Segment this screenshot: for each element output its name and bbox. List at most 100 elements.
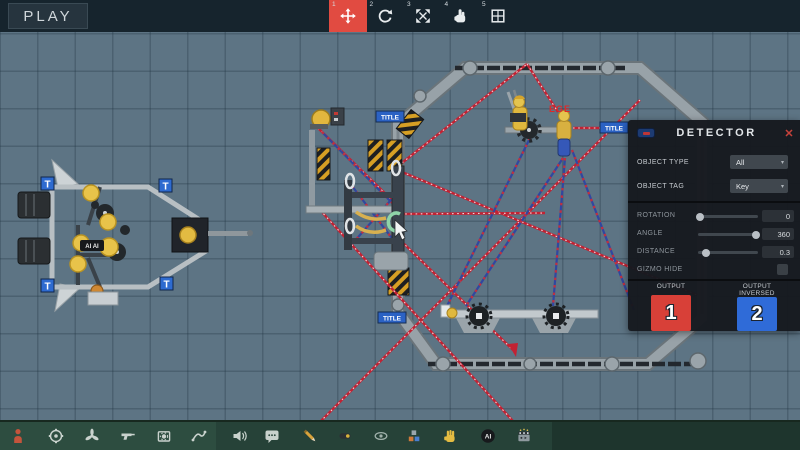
grid-icon xyxy=(490,8,506,24)
tool-move[interactable]: 1 xyxy=(329,0,367,32)
angle-slider[interactable] xyxy=(698,233,758,236)
capsule-icon xyxy=(337,428,353,444)
tool-hotkey: 4 xyxy=(445,1,449,8)
human-icon xyxy=(10,428,26,444)
ai-icon-label: AI xyxy=(485,434,492,441)
slider-handle[interactable] xyxy=(696,213,704,221)
svg-text:T: T xyxy=(44,282,50,293)
category-propeller[interactable] xyxy=(84,428,100,444)
angle-label: ANGLE xyxy=(637,230,663,237)
gadget-section: AI xyxy=(216,422,552,450)
output-inversed-label: OUTPUT INVERSED xyxy=(727,283,787,297)
laser-arrowhead xyxy=(508,343,518,357)
output-inversed-button[interactable]: 2 xyxy=(737,297,777,331)
tool-rotate[interactable]: 2 xyxy=(367,0,405,32)
gadget-pencil[interactable] xyxy=(302,428,318,444)
cannon-barrel xyxy=(208,231,248,236)
contraption-icon xyxy=(156,428,172,444)
sign-box xyxy=(331,108,344,125)
tool-hotkey: 3 xyxy=(407,1,411,8)
svg-text:TITLE: TITLE xyxy=(381,115,400,122)
svg-text:T: T xyxy=(162,182,168,193)
tool-snap-grid[interactable]: 5 xyxy=(479,0,517,32)
hand-icon xyxy=(442,428,458,444)
move-icon xyxy=(340,8,356,24)
distance-slider[interactable] xyxy=(698,251,758,254)
tool-scale[interactable]: 3 xyxy=(404,0,442,32)
chevron-down-icon: ▾ xyxy=(781,159,784,166)
eye-icon xyxy=(373,428,389,444)
chat-bubble-icon xyxy=(264,428,280,444)
category-machinery[interactable] xyxy=(48,428,64,444)
rotation-value[interactable]: 0 xyxy=(762,210,794,222)
gadget-capsule[interactable] xyxy=(337,428,353,444)
category-wiring[interactable] xyxy=(191,428,207,444)
detector-panel: DETECTOR ✕ OBJECT TYPE All ▾ OBJECT TAG … xyxy=(628,120,800,331)
close-icon[interactable]: ✕ xyxy=(778,127,800,140)
chip xyxy=(510,113,526,122)
gadget-dialogue[interactable] xyxy=(264,428,280,444)
distance-row: DISTANCE 0.3 xyxy=(628,243,800,259)
chevron-down-icon: ▾ xyxy=(781,183,784,190)
output-label: OUTPUT xyxy=(641,283,701,295)
output-button[interactable]: 1 xyxy=(651,295,691,331)
gizmo-hide-checkbox[interactable] xyxy=(777,264,788,275)
rotation-label: ROTATION xyxy=(637,212,675,219)
t-boxes: T T T T xyxy=(41,177,173,293)
category-human[interactable] xyxy=(10,428,26,444)
object-tag-row: OBJECT TAG Key ▾ xyxy=(628,176,800,196)
distance-value[interactable]: 0.3 xyxy=(762,246,794,258)
hazard-pole xyxy=(317,148,330,180)
category-section xyxy=(0,422,216,450)
vehicle-contraption[interactable]: AI AI T T T T xyxy=(18,160,253,311)
gadget-ai[interactable]: AI xyxy=(480,428,496,444)
gadget-vision[interactable] xyxy=(373,428,389,444)
cart-wheel xyxy=(544,304,568,328)
svg-text:T: T xyxy=(163,280,169,291)
rotate-icon xyxy=(377,8,393,24)
figures-group[interactable]: EGE xyxy=(505,90,571,156)
rotation-slider[interactable] xyxy=(698,215,758,218)
pencil-icon xyxy=(302,428,318,444)
grab-hand xyxy=(180,227,196,243)
play-button[interactable]: PLAY xyxy=(8,3,88,29)
gizmo-hide-row: GIZMO HIDE xyxy=(628,261,800,277)
game-screen: AI AI T T T T xyxy=(0,0,800,450)
tool-hotkey: 5 xyxy=(482,1,486,8)
object-type-select[interactable]: All ▾ xyxy=(730,155,788,169)
gadget-blocks[interactable] xyxy=(406,428,422,444)
rotation-row: ROTATION 0 xyxy=(628,207,800,223)
tool-strip: 1 2 3 xyxy=(329,0,517,32)
category-contraption[interactable] xyxy=(156,428,172,444)
gizmo-hide-label: GIZMO HIDE xyxy=(637,266,683,273)
object-tag-label: OBJECT TAG xyxy=(637,183,684,190)
tail-fin xyxy=(52,160,78,188)
object-tag-value: Key xyxy=(736,182,749,191)
slider-handle[interactable] xyxy=(752,231,760,239)
drag-hand-icon xyxy=(452,8,468,24)
angle-row: ANGLE 360 xyxy=(628,225,800,241)
detector-icon xyxy=(637,128,655,138)
gadget-grab-hand[interactable] xyxy=(442,428,458,444)
object-tag-select[interactable]: Key ▾ xyxy=(730,179,788,193)
output-inversed-column: OUTPUT INVERSED 2 xyxy=(714,280,800,331)
object-type-value: All xyxy=(736,158,744,167)
detector-header: DETECTOR ✕ xyxy=(628,120,800,146)
tool-drag[interactable]: 4 xyxy=(442,0,480,32)
angle-value[interactable]: 360 xyxy=(762,228,794,240)
divider xyxy=(628,201,800,203)
gadget-sound[interactable] xyxy=(232,428,248,444)
ai-chip-label: AI AI xyxy=(85,244,99,250)
machinery-icon xyxy=(48,428,64,444)
wiring-icon xyxy=(191,428,207,444)
hazard-block xyxy=(368,140,383,171)
gizmo xyxy=(447,308,457,318)
category-firearm[interactable] xyxy=(120,428,136,444)
slider-handle[interactable] xyxy=(702,249,710,257)
speaker-icon xyxy=(232,428,248,444)
gadget-scene-director[interactable] xyxy=(516,428,532,444)
object-type-row: OBJECT TYPE All ▾ xyxy=(628,152,800,172)
wheeled-cart[interactable] xyxy=(441,304,598,333)
scale-icon xyxy=(415,8,431,24)
clapperboard-icon xyxy=(516,428,532,444)
